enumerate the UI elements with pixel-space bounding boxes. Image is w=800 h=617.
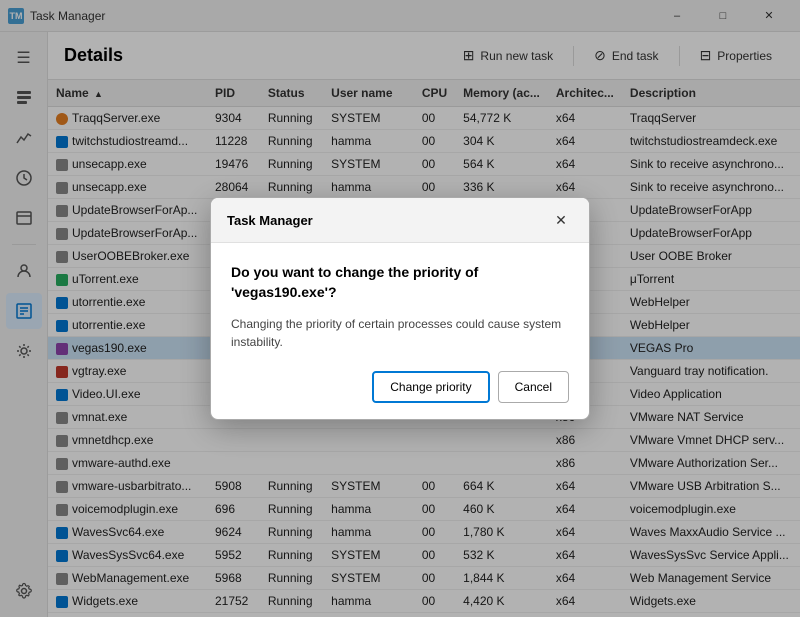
dialog-body: Do you want to change the priority of've…: [211, 243, 589, 418]
dialog-heading: Do you want to change the priority of've…: [231, 263, 569, 302]
dialog-body-text: Changing the priority of certain process…: [231, 315, 569, 351]
dialog-overlay: Task Manager ✕ Do you want to change the…: [0, 0, 800, 617]
dialog-titlebar: Task Manager ✕: [211, 198, 589, 243]
cancel-button[interactable]: Cancel: [498, 371, 569, 403]
change-priority-dialog: Task Manager ✕ Do you want to change the…: [210, 197, 590, 419]
dialog-buttons: Change priority Cancel: [231, 371, 569, 403]
dialog-close-button[interactable]: ✕: [549, 208, 573, 232]
dialog-title: Task Manager: [227, 213, 313, 228]
change-priority-button[interactable]: Change priority: [372, 371, 489, 403]
